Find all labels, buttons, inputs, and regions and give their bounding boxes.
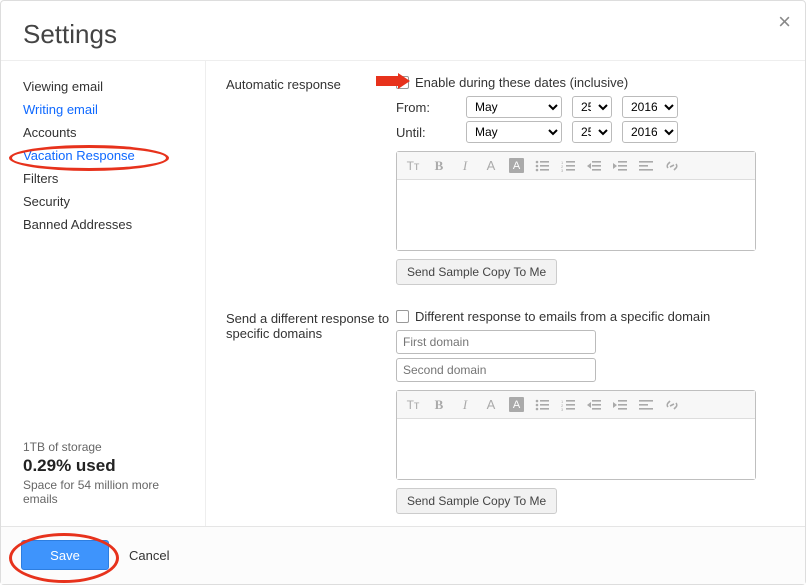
align-left-icon[interactable] (638, 397, 654, 413)
link-icon[interactable] (664, 397, 680, 413)
indent-icon[interactable] (612, 397, 628, 413)
domain-response-checkbox[interactable] (396, 310, 409, 323)
sidebar-item-filters[interactable]: Filters (23, 167, 205, 190)
numbered-list-icon[interactable]: 123 (560, 397, 576, 413)
auto-editor-body[interactable] (397, 180, 755, 250)
storage-remaining: Space for 54 million more emails (23, 478, 197, 506)
text-color-icon[interactable]: A (483, 397, 499, 413)
dialog-body: Viewing email Writing email Accounts Vac… (1, 60, 805, 526)
sidebar-item-banned-addresses[interactable]: Banned Addresses (23, 213, 205, 236)
align-left-icon[interactable] (638, 158, 654, 174)
domain-editor-body[interactable] (397, 419, 755, 479)
sidebar-item-accounts[interactable]: Accounts (23, 121, 205, 144)
sidebar: Viewing email Writing email Accounts Vac… (1, 61, 206, 526)
indent-icon[interactable] (612, 158, 628, 174)
until-year-select[interactable]: 2016 (622, 121, 678, 143)
cancel-button[interactable]: Cancel (129, 548, 169, 563)
auto-response-editor: Tᴛ B I A A 123 (396, 151, 756, 251)
enable-dates-label: Enable during these dates (inclusive) (415, 75, 628, 90)
send-sample-domain-button[interactable]: Send Sample Copy To Me (396, 488, 557, 514)
domain-editor-toolbar: Tᴛ B I A A 123 (397, 391, 755, 419)
section-label-domain: Send a different response to specific do… (226, 309, 396, 341)
from-month-select[interactable]: May (466, 96, 562, 118)
section-domain-response: Send a different response to specific do… (226, 309, 785, 514)
sidebar-item-writing-email[interactable]: Writing email (23, 98, 205, 121)
outdent-icon[interactable] (586, 397, 602, 413)
svg-text:3: 3 (561, 407, 564, 411)
settings-dialog: × Settings Viewing email Writing email A… (0, 0, 806, 585)
sidebar-nav: Viewing email Writing email Accounts Vac… (23, 75, 205, 440)
main-panel: Automatic response Enable during these d… (206, 61, 805, 526)
text-size-icon[interactable]: Tᴛ (405, 397, 421, 413)
numbered-list-icon[interactable]: 123 (560, 158, 576, 174)
send-sample-auto-button[interactable]: Send Sample Copy To Me (396, 259, 557, 285)
bold-icon[interactable]: B (431, 397, 447, 413)
until-day-select[interactable]: 25 (572, 121, 612, 143)
second-domain-input[interactable] (396, 358, 596, 382)
from-year-select[interactable]: 2016 (622, 96, 678, 118)
storage-info: 1TB of storage 0.29% used Space for 54 m… (23, 440, 205, 516)
bullet-list-icon[interactable] (534, 397, 550, 413)
storage-total: 1TB of storage (23, 440, 197, 454)
first-domain-input[interactable] (396, 330, 596, 354)
section-label-auto: Automatic response (226, 75, 396, 92)
text-color-icon[interactable]: A (483, 158, 499, 174)
save-button[interactable]: Save (21, 540, 109, 570)
dialog-footer: Save Cancel (1, 526, 805, 584)
highlight-icon[interactable]: A (509, 158, 524, 173)
link-icon[interactable] (664, 158, 680, 174)
section-automatic-response: Automatic response Enable during these d… (226, 75, 785, 285)
text-size-icon[interactable]: Tᴛ (405, 158, 421, 174)
until-month-select[interactable]: May (466, 121, 562, 143)
sidebar-item-viewing-email[interactable]: Viewing email (23, 75, 205, 98)
page-title: Settings (1, 1, 805, 60)
highlight-icon[interactable]: A (509, 397, 524, 412)
from-day-select[interactable]: 25 (572, 96, 612, 118)
bullet-list-icon[interactable] (534, 158, 550, 174)
until-label: Until: (396, 125, 456, 140)
enable-dates-checkbox[interactable] (396, 76, 409, 89)
domain-response-editor: Tᴛ B I A A 123 (396, 390, 756, 480)
domain-response-label: Different response to emails from a spec… (415, 309, 710, 324)
sidebar-item-vacation-response[interactable]: Vacation Response (23, 144, 205, 167)
close-icon[interactable]: × (778, 11, 791, 33)
svg-text:3: 3 (561, 168, 564, 172)
bold-icon[interactable]: B (431, 158, 447, 174)
storage-used-pct: 0.29% used (23, 454, 197, 478)
outdent-icon[interactable] (586, 158, 602, 174)
italic-icon[interactable]: I (457, 397, 473, 413)
sidebar-item-security[interactable]: Security (23, 190, 205, 213)
auto-editor-toolbar: Tᴛ B I A A 123 (397, 152, 755, 180)
from-label: From: (396, 100, 456, 115)
italic-icon[interactable]: I (457, 158, 473, 174)
